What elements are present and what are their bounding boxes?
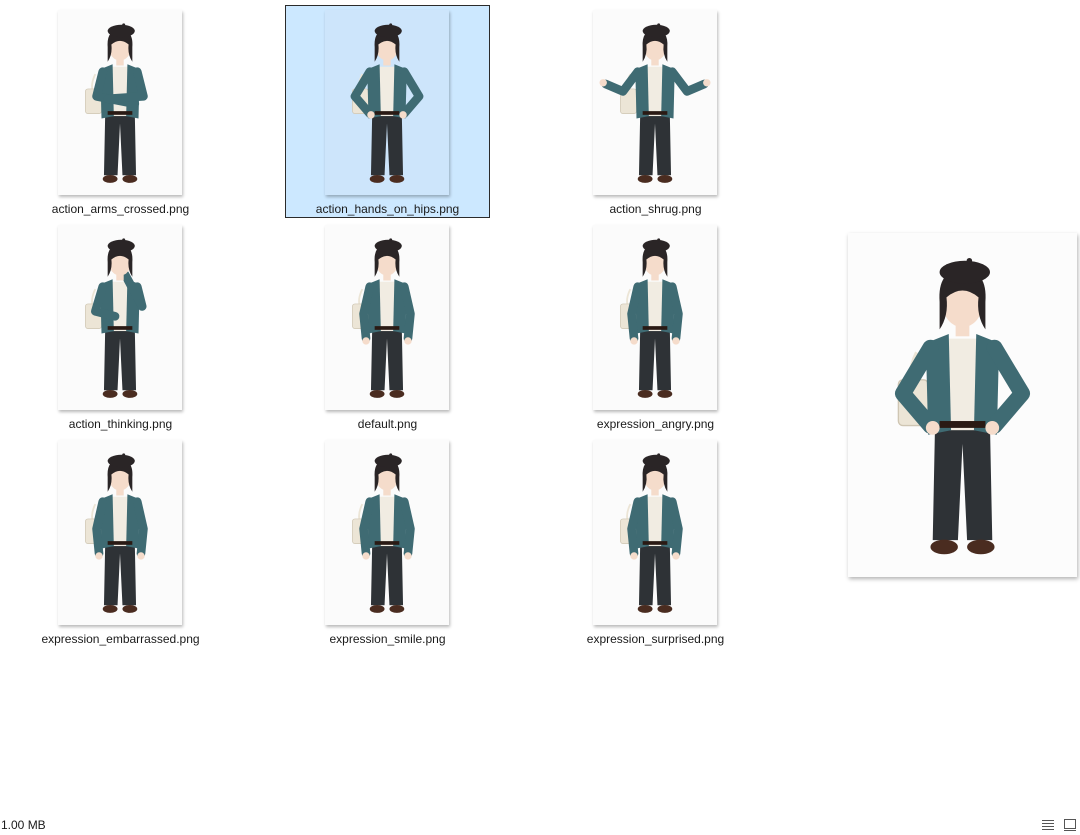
file-item[interactable]: expression_smile.png	[285, 435, 490, 648]
large-icons-view-icon	[1064, 819, 1076, 831]
file-name-label: action_thinking.png	[68, 417, 173, 431]
file-thumbnail	[325, 225, 449, 410]
file-item[interactable]: action_arms_crossed.png	[18, 5, 223, 218]
file-name-label: action_hands_on_hips.png	[315, 202, 460, 216]
file-name-label: expression_smile.png	[329, 632, 446, 646]
file-item[interactable]: action_thinking.png	[18, 220, 223, 433]
file-name-label: action_shrug.png	[609, 202, 702, 216]
file-explorer-window: action_arms_crossed.png action_hands_on_…	[0, 0, 1080, 835]
file-name-label: expression_surprised.png	[586, 632, 725, 646]
file-item[interactable]: expression_angry.png	[553, 220, 758, 433]
large-icons-view-button[interactable]	[1062, 817, 1078, 833]
file-grid[interactable]: action_arms_crossed.png action_hands_on_…	[0, 0, 826, 812]
file-thumbnail	[593, 10, 717, 195]
file-item[interactable]: expression_surprised.png	[553, 435, 758, 648]
file-thumbnail	[58, 440, 182, 625]
details-view-icon	[1042, 820, 1054, 830]
file-thumbnail	[593, 225, 717, 410]
file-item[interactable]: action_hands_on_hips.png	[285, 5, 490, 218]
preview-pane	[826, 0, 1080, 812]
file-name-label: default.png	[357, 417, 418, 431]
file-name-label: expression_embarrassed.png	[41, 632, 200, 646]
file-item[interactable]: expression_embarrassed.png	[18, 435, 223, 648]
preview-image	[848, 233, 1077, 577]
status-bar: 1.00 MB	[0, 812, 1080, 835]
status-selection-size: 1.00 MB	[1, 818, 46, 832]
file-thumbnail	[58, 10, 182, 195]
file-name-label: action_arms_crossed.png	[51, 202, 190, 216]
details-view-button[interactable]	[1040, 817, 1056, 833]
file-item[interactable]: default.png	[285, 220, 490, 433]
file-thumbnail	[325, 440, 449, 625]
file-thumbnail	[58, 225, 182, 410]
file-item[interactable]: action_shrug.png	[553, 5, 758, 218]
file-thumbnail	[593, 440, 717, 625]
file-name-label: expression_angry.png	[596, 417, 715, 431]
file-thumbnail	[325, 10, 449, 195]
